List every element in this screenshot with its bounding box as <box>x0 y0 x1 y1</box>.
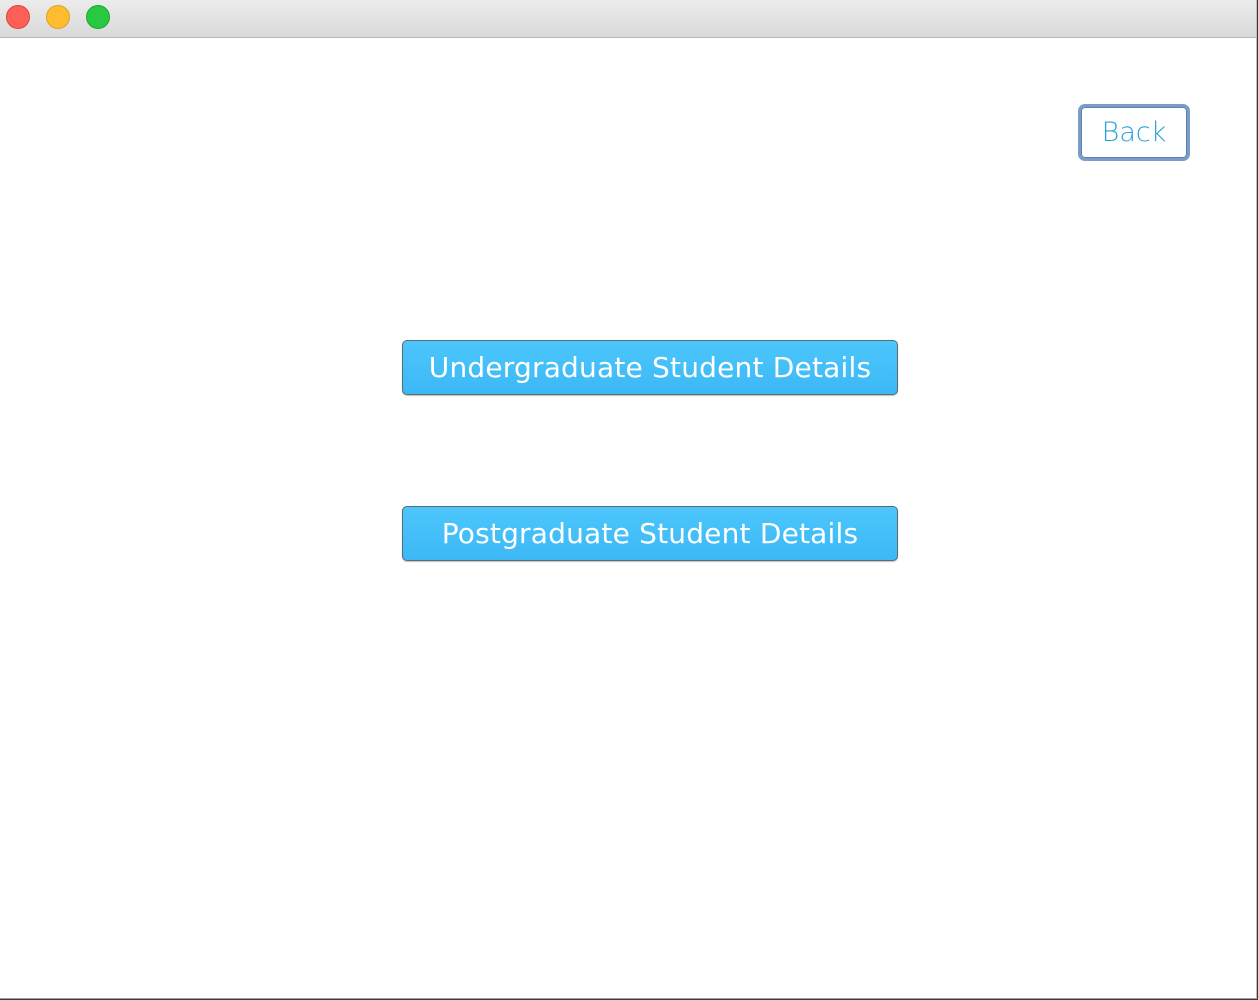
zoom-window-button[interactable] <box>86 5 110 29</box>
back-button[interactable]: Back <box>1078 104 1190 161</box>
minimize-window-button[interactable] <box>46 5 70 29</box>
title-bar <box>0 0 1256 38</box>
app-window: Back Undergraduate Student Details Postg… <box>0 0 1257 999</box>
close-window-button[interactable] <box>6 5 30 29</box>
undergraduate-student-details-button[interactable]: Undergraduate Student Details <box>402 340 898 395</box>
postgraduate-student-details-button[interactable]: Postgraduate Student Details <box>402 506 898 561</box>
